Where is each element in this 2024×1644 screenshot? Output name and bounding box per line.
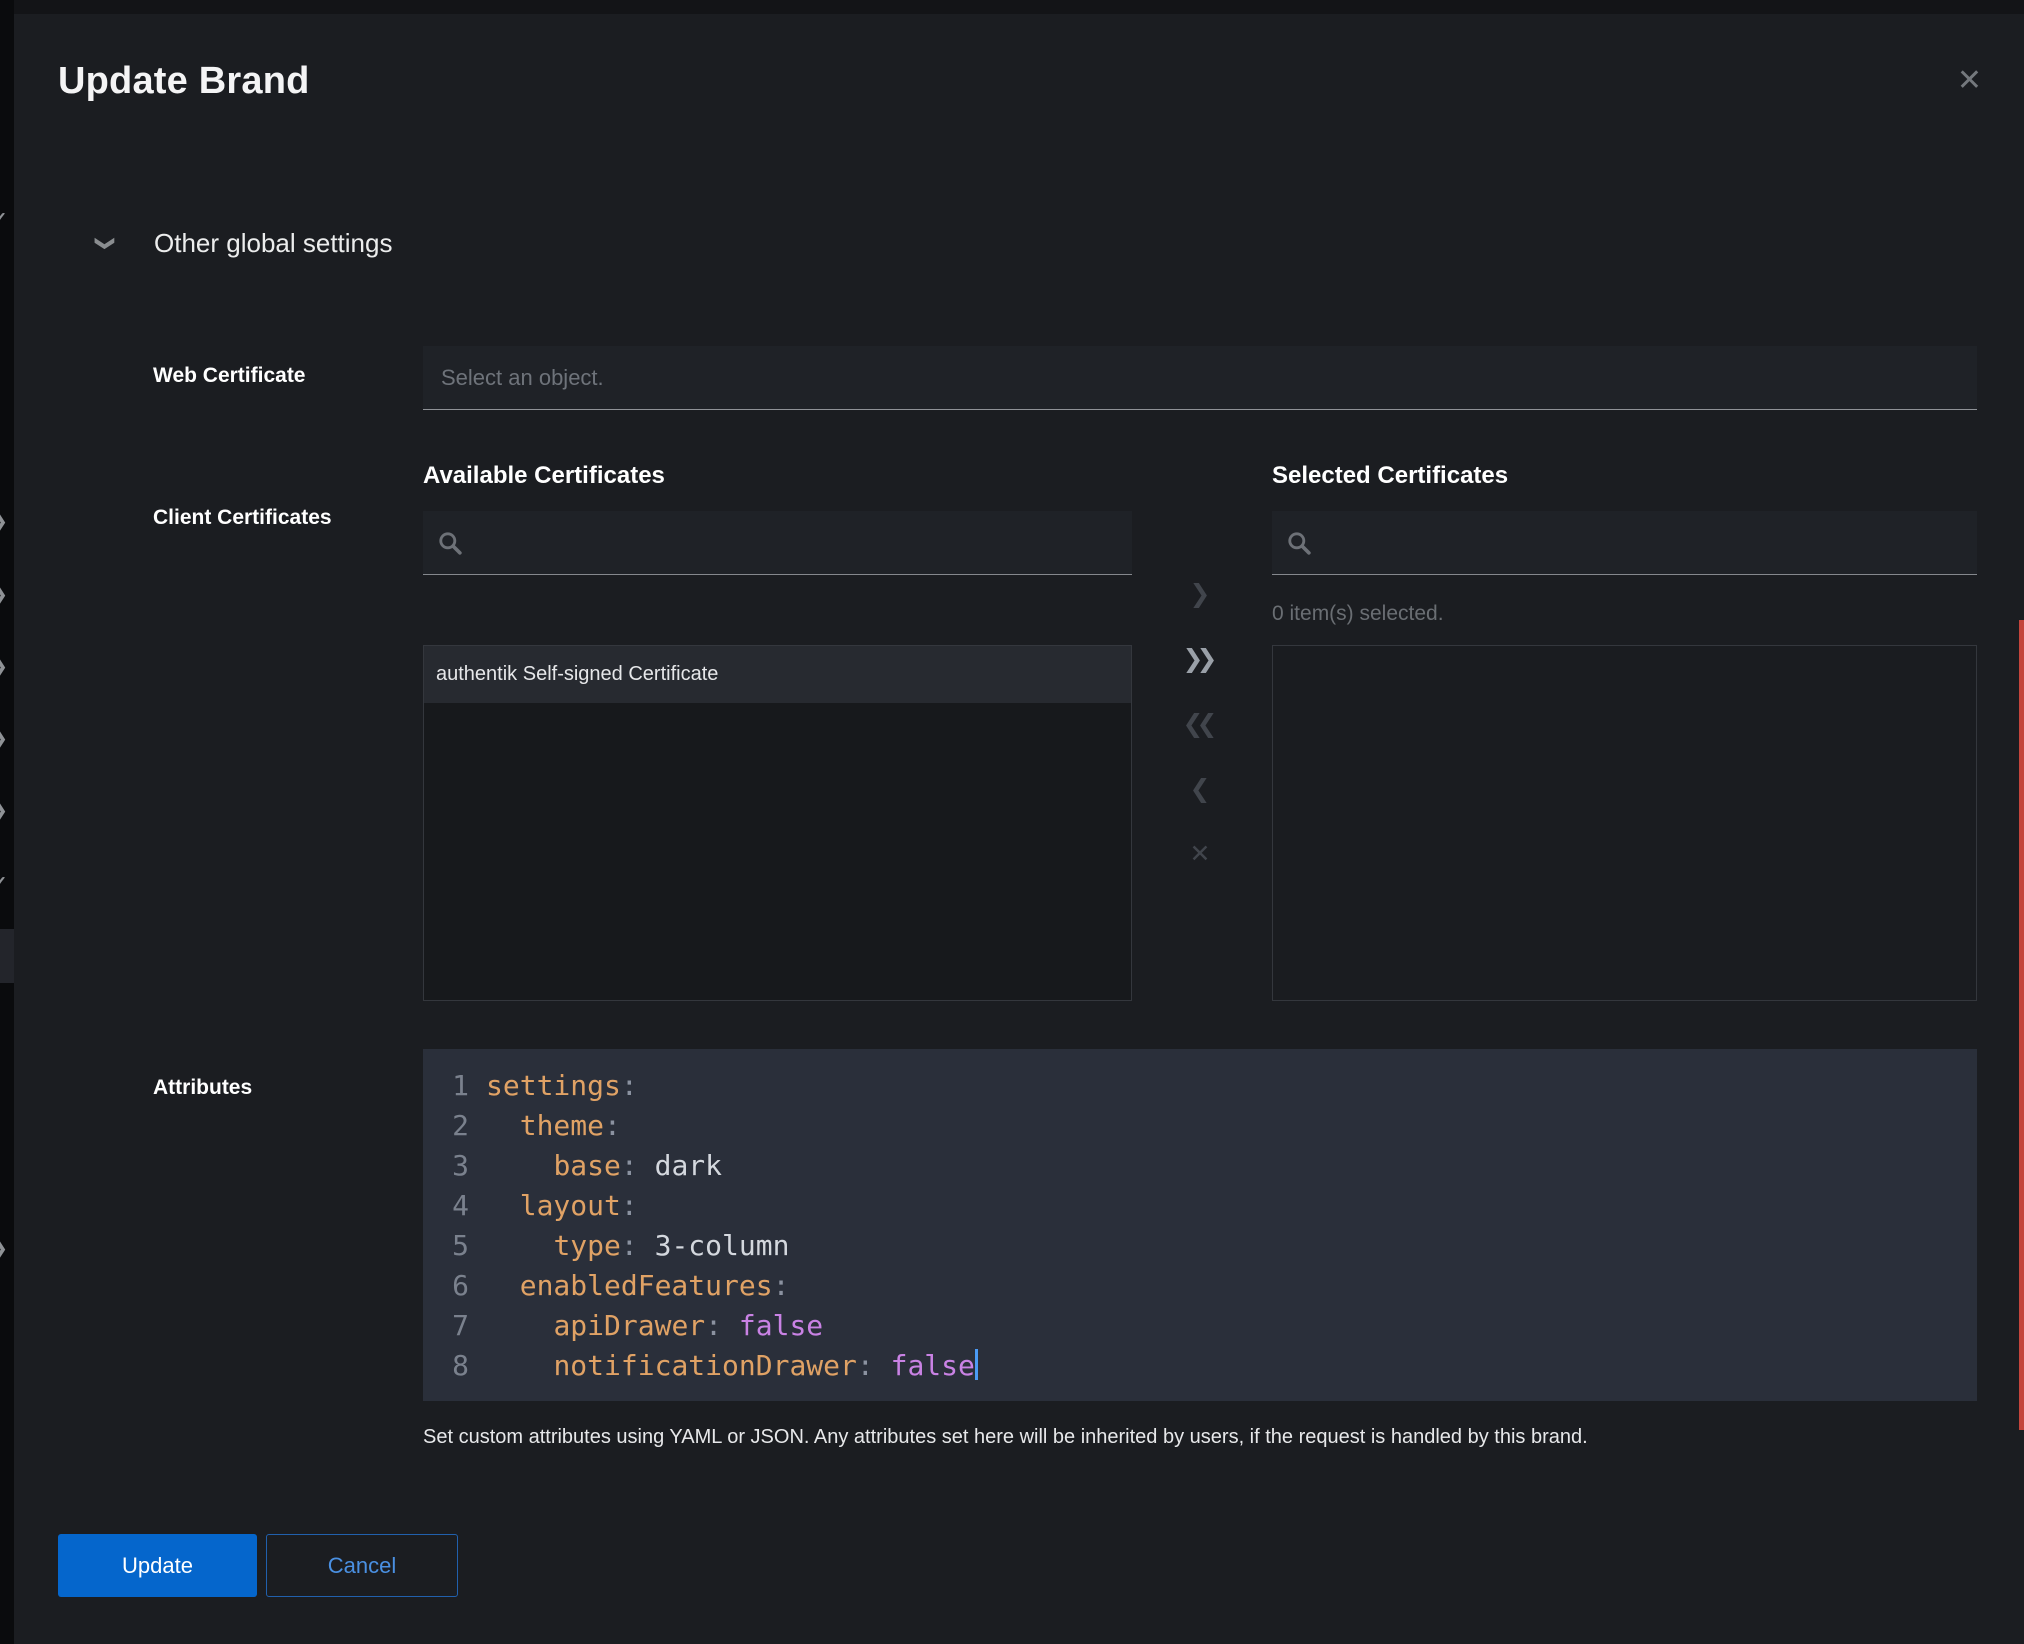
code-line: 4 layout:: [423, 1186, 1977, 1226]
available-search: [423, 511, 1132, 575]
code-text: apiDrawer: false: [486, 1306, 823, 1346]
available-certificates-header: Available Certificates: [423, 462, 665, 490]
selected-search-input[interactable]: [1324, 531, 1963, 555]
update-brand-modal: Update Brand ✕ ❯ Other global settings W…: [14, 14, 2024, 1644]
background-sidebar-strip: ✓ ❯ ❯ ❯ ❯ ❯ ✓ ❯: [0, 0, 14, 1644]
list-item-certificate[interactable]: authentik Self-signed Certificate: [424, 646, 1131, 703]
code-text: settings:: [486, 1066, 638, 1106]
modal-title: Update Brand: [58, 60, 310, 103]
available-search-input[interactable]: [475, 531, 1118, 555]
add-all-button[interactable]: ❯❯: [1183, 639, 1218, 679]
section-toggle-label: Other global settings: [154, 228, 392, 259]
attributes-label: Attributes: [153, 1076, 252, 1100]
attributes-code-editor[interactable]: 1settings:2 theme:3 base: dark4 layout:5…: [423, 1049, 1977, 1401]
chevron-right-icon: ❯: [0, 1240, 13, 1258]
selected-count-status: 0 item(s) selected.: [1272, 602, 1444, 626]
available-certificates-list: authentik Self-signed Certificate: [423, 645, 1132, 1001]
code-text: base: dark: [486, 1146, 722, 1186]
chevron-right-icon: ❯: [0, 730, 13, 748]
line-number: 7: [423, 1306, 469, 1346]
web-certificate-label: Web Certificate: [153, 364, 306, 388]
chevron-right-icon: ❯: [0, 658, 13, 676]
line-number: 4: [423, 1186, 469, 1226]
remove-all-button[interactable]: ❮❮: [1183, 704, 1218, 744]
update-button[interactable]: Update: [58, 1534, 257, 1597]
remove-selected-button[interactable]: ❮: [1190, 769, 1211, 809]
code-text: theme:: [486, 1106, 621, 1146]
add-selected-button[interactable]: ❯: [1190, 574, 1211, 614]
check-icon: ✓: [0, 210, 13, 228]
code-line: 7 apiDrawer: false: [423, 1306, 1977, 1346]
web-certificate-select-input[interactable]: [423, 346, 1977, 410]
sidebar-active-row-fragment: [0, 929, 14, 983]
code-text: layout:: [486, 1186, 638, 1226]
search-icon: [437, 530, 463, 556]
line-number: 8: [423, 1346, 469, 1386]
code-line: 3 base: dark: [423, 1146, 1977, 1186]
line-number: 2: [423, 1106, 469, 1146]
close-icon[interactable]: ✕: [1957, 66, 1982, 96]
chevron-right-icon: ❯: [0, 513, 13, 531]
line-number: 3: [423, 1146, 469, 1186]
selected-certificates-header: Selected Certificates: [1272, 462, 1508, 490]
text-cursor: [975, 1349, 978, 1380]
code-line: 6 enabledFeatures:: [423, 1266, 1977, 1306]
code-text: enabledFeatures:: [486, 1266, 789, 1306]
search-icon: [1286, 530, 1312, 556]
line-number: 1: [423, 1066, 469, 1106]
code-line: 2 theme:: [423, 1106, 1977, 1146]
attributes-help-text: Set custom attributes using YAML or JSON…: [423, 1426, 2003, 1449]
line-number: 6: [423, 1266, 469, 1306]
danger-edge-strip: [2019, 620, 2024, 1430]
check-icon: ✓: [0, 874, 13, 892]
selected-search: [1272, 511, 1977, 575]
client-certificates-label: Client Certificates: [153, 506, 332, 530]
code-line: 1 settings:: [423, 1066, 1977, 1106]
code-line: 8 notificationDrawer: false: [423, 1346, 1977, 1386]
selected-certificates-list: [1272, 645, 1977, 1001]
section-toggle-other-global-settings[interactable]: ❯ Other global settings: [92, 228, 392, 259]
chevron-right-icon: ❯: [0, 802, 13, 820]
code-line: 5 type: 3-column: [423, 1226, 1977, 1266]
line-number: 5: [423, 1226, 469, 1266]
chevron-down-icon: ❯: [94, 231, 117, 257]
code-text: type: 3-column: [486, 1226, 789, 1266]
cancel-button[interactable]: Cancel: [266, 1534, 458, 1597]
remove-chosen-button[interactable]: ✕: [1190, 834, 1211, 874]
transfer-controls: ❯❯❯❮❮❮✕: [1160, 574, 1240, 899]
chevron-right-icon: ❯: [0, 586, 13, 604]
code-text: notificationDrawer: false: [486, 1346, 978, 1386]
